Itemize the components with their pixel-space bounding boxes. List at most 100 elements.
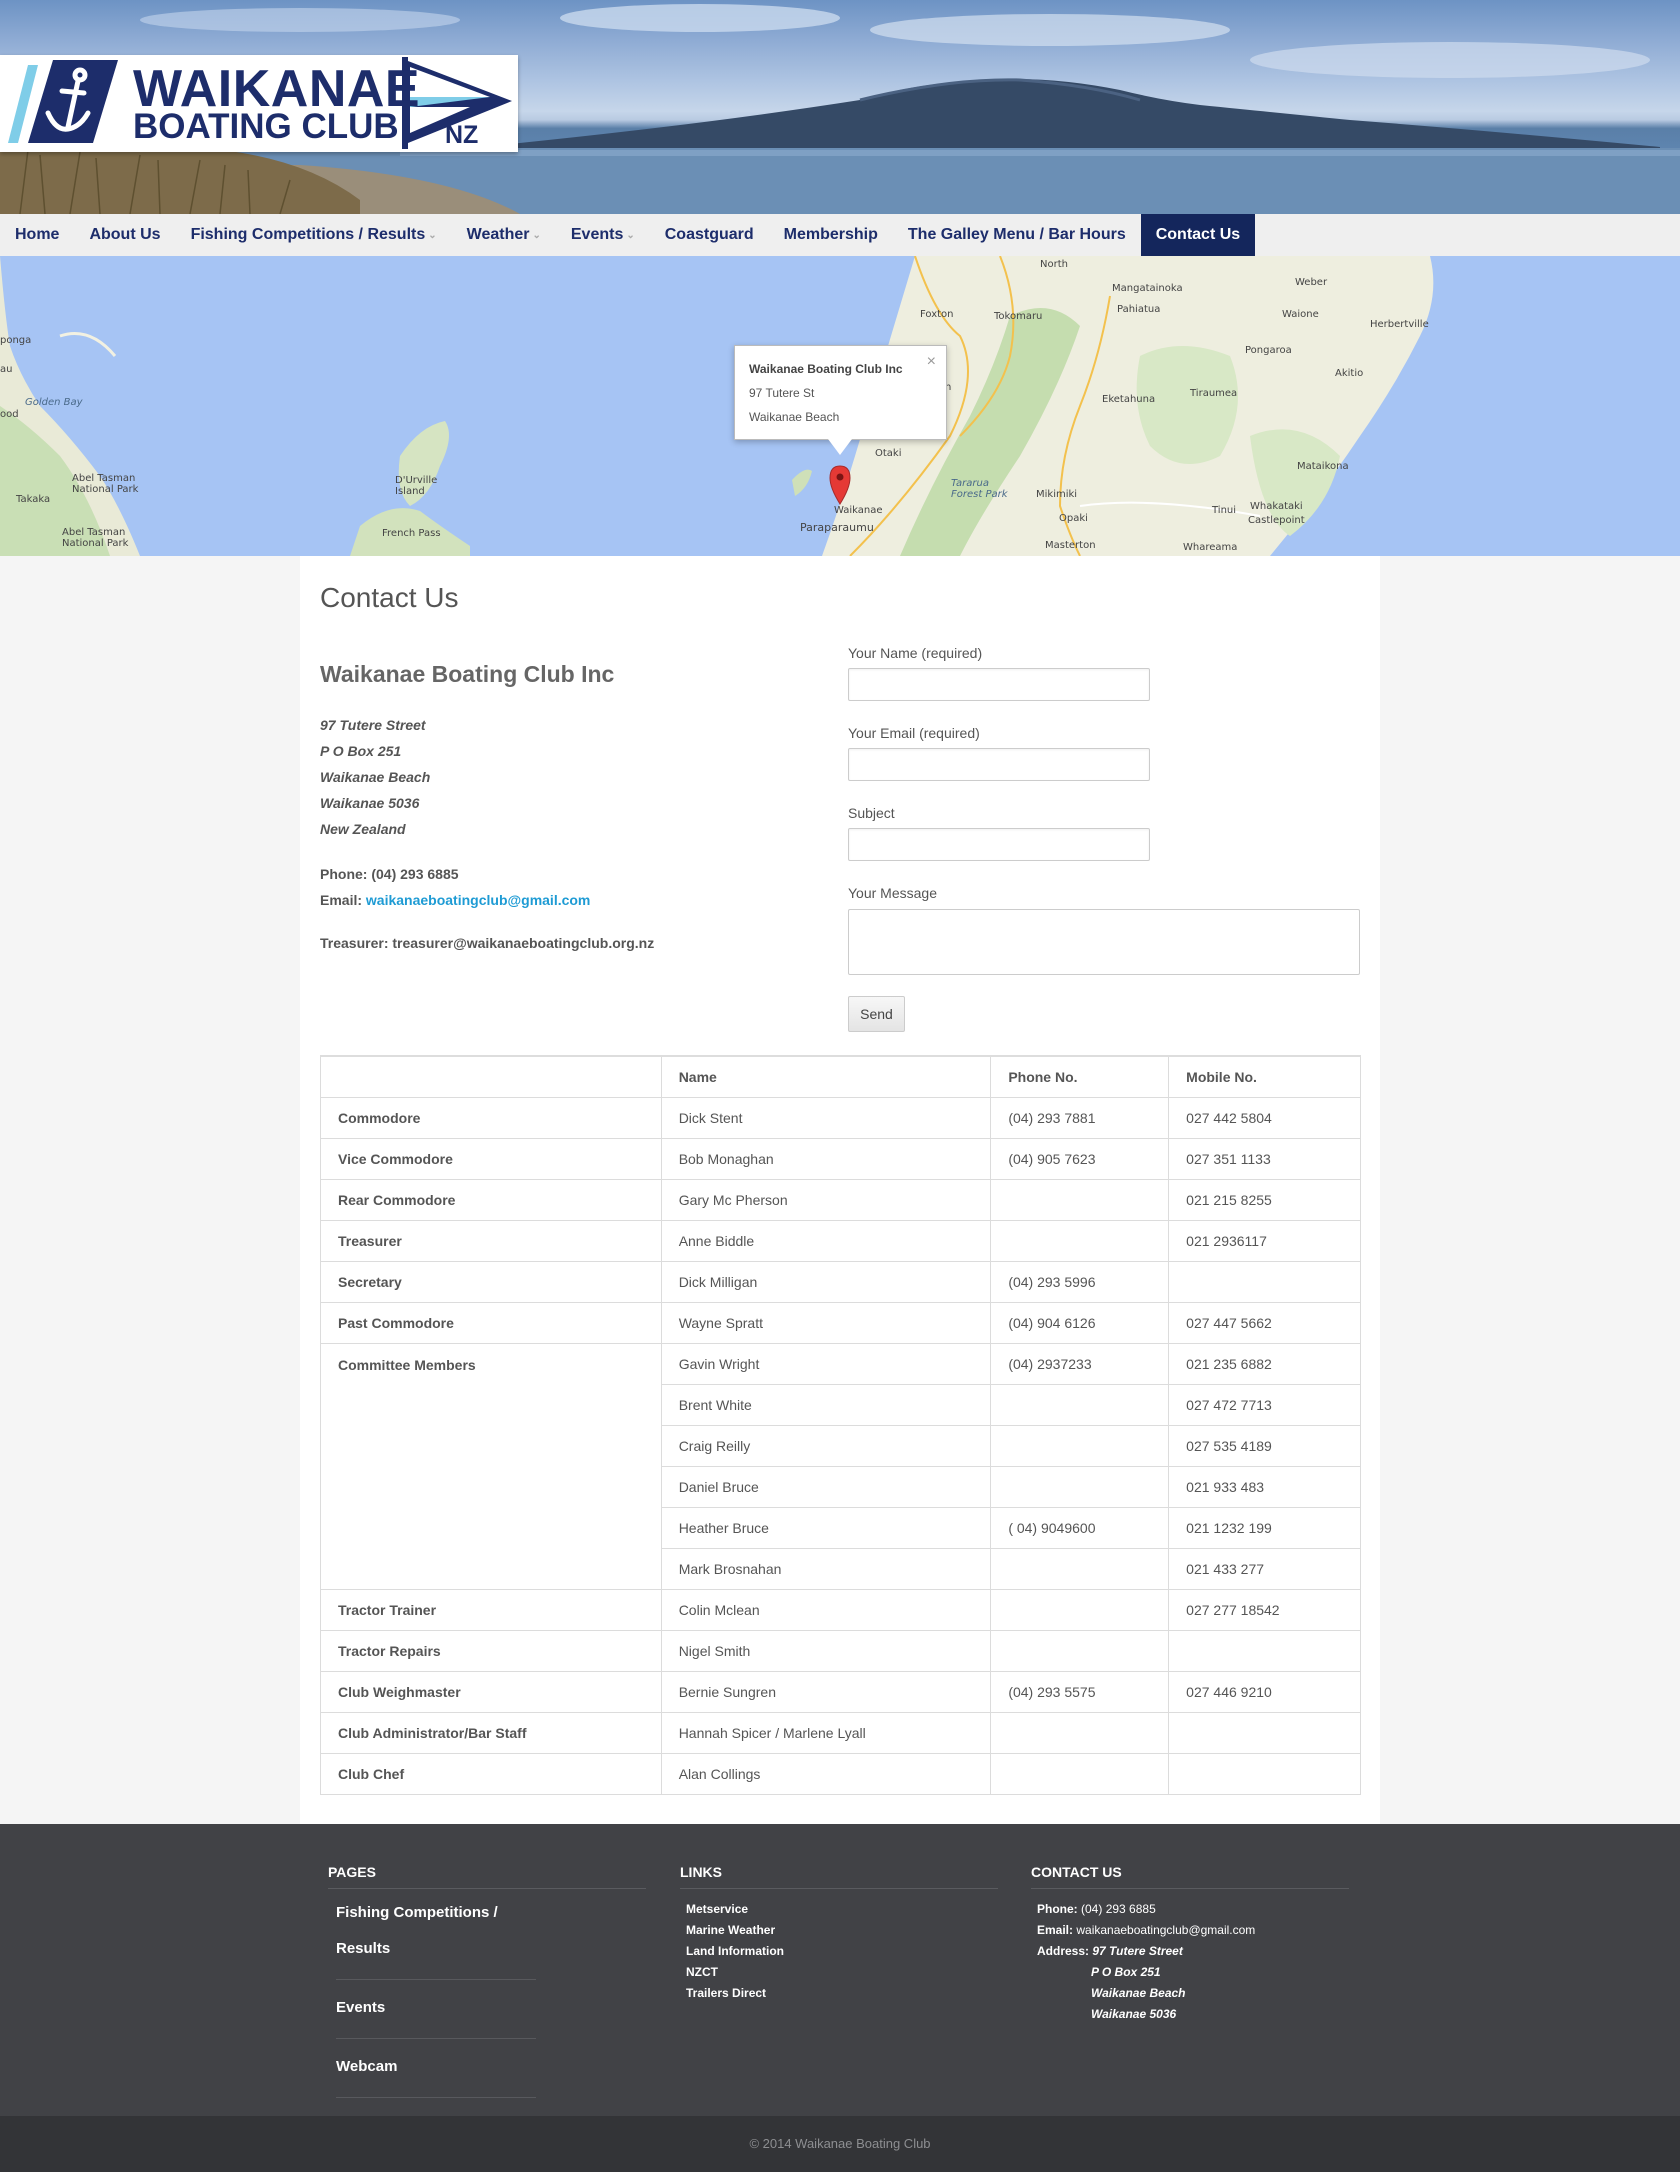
officers-table: Name Phone No. Mobile No. Commodore Dick … [320,1055,1361,1795]
phone-value: (04) 293 6885 [371,866,459,882]
popup-line1: 97 Tutere St [749,386,815,400]
main-content: Contact Us Waikanae Boating Club Inc 97 … [300,556,1380,1824]
club-logo[interactable]: WAIKANAE BOATING CLUB NZ [0,55,518,152]
logo-nz: NZ [445,121,479,149]
map-label: Akitio [1335,368,1364,379]
mobile-cell: 021 235 6882 [1168,1342,1361,1385]
mobile-cell: 027 442 5804 [1168,1096,1361,1139]
map-label: Takaka [16,494,51,505]
table-header-cell: Mobile No. [1168,1055,1361,1098]
role-cell: Treasurer [320,1219,662,1262]
role-cell: Vice Commodore [320,1137,662,1180]
name-field[interactable] [848,668,1150,701]
table-row: Treasurer Anne Biddle 021 2936117 [320,1219,1361,1262]
phone-cell [990,1424,1170,1467]
phone-cell: (04) 905 7623 [990,1137,1170,1180]
name-cell: Anne Biddle [660,1219,992,1262]
table-row: Club Weighmaster Bernie Sungren (04) 293 5… [320,1670,1361,1713]
nav-membership[interactable]: Membership [769,214,893,256]
role-cell: Past Commodore [320,1301,662,1344]
footer-email-label: Email: [1037,1923,1074,1937]
phone-cell: (04) 293 7881 [990,1096,1170,1139]
map-label: North [1040,259,1068,270]
copyright: © 2014 Waikanae Boating Club [0,2116,1680,2172]
footer-address-line: 97 Tutere Street [1092,1944,1183,1958]
map-label: Tinui [1212,505,1237,516]
footer-link[interactable]: Land Information [686,1941,998,1962]
treasurer-value: treasurer@waikanaeboatingclub.org.nz [392,935,655,951]
mobile-cell [1168,1752,1361,1795]
footer-link[interactable]: Metservice [686,1899,998,1920]
nav-galley-menu[interactable]: The Galley Menu / Bar Hours [893,214,1141,256]
email-field[interactable] [848,748,1150,781]
map-label: Eketahuna [1102,394,1156,405]
nav-home-label: Home [15,226,60,243]
address-line: Waikanae 5036 [320,795,420,811]
name-cell: Dick Stent [660,1096,992,1139]
phone-cell: (04) 904 6126 [990,1301,1170,1344]
name-field-label: Your Name (required) [848,645,983,661]
nav-about-us[interactable]: About Us [74,214,175,256]
footer-link[interactable]: Marine Weather [686,1920,998,1941]
name-cell: Brent White [660,1383,992,1426]
footer-address-label: Address: [1037,1944,1090,1958]
message-field[interactable] [848,909,1360,975]
map-label: Abel Tasman National Park [72,473,139,495]
map-label: Tiraumea [1190,388,1238,399]
mobile-cell: 021 215 8255 [1168,1178,1361,1221]
map-label: Waione [1282,309,1319,320]
footer-page-link[interactable]: Webcam [336,2039,536,2098]
chevron-down-icon: ⌄ [428,229,437,241]
mobile-cell: 027 535 4189 [1168,1424,1361,1467]
map-label: Mikimiki [1036,489,1078,500]
send-button[interactable]: Send [848,996,905,1032]
subject-field[interactable] [848,828,1150,861]
phone-cell [990,1219,1170,1262]
name-cell: Daniel Bruce [660,1465,992,1508]
map-label: Herbertville [1370,319,1429,330]
mobile-cell: 021 1232 199 [1168,1506,1361,1549]
nav-weather[interactable]: Weather ⌄ [452,214,556,256]
name-cell: Bernie Sungren [660,1670,992,1713]
footer-link[interactable]: NZCT [686,1962,998,1983]
footer-pages: PAGES Fishing Competitions / Results Eve… [328,1864,646,2098]
map-label: Abel Tasman National Park [62,527,129,549]
footer-contact-block: Phone: (04) 293 6885 Email: waikanaeboat… [1037,1899,1349,2025]
close-icon[interactable]: × [927,350,936,374]
mobile-cell [1168,1629,1361,1672]
footer-page-link[interactable]: Fishing Competitions / Results [336,1889,536,1980]
table-header-cell: Name [660,1055,992,1098]
chevron-down-icon: ⌄ [532,229,541,241]
table-row: Commodore Dick Stent (04) 293 7881 027 442 … [320,1096,1361,1139]
footer-address-line: Waikanae Beach [1091,1986,1186,2000]
phone-cell [990,1178,1170,1221]
table-row: Vice Commodore Bob Monaghan (04) 905 7623 0… [320,1137,1361,1180]
nav-fishing-competitions[interactable]: Fishing Competitions / Results ⌄ [176,214,452,256]
table-row: Committee Members Gavin Wright (04) 293723… [320,1342,1361,1590]
map-label: Pahiatua [1117,304,1161,315]
footer-link[interactable]: Trailers Direct [686,1983,998,2004]
phone-label: Phone: [320,866,368,882]
nav-events[interactable]: Events ⌄ [556,214,650,256]
mobile-cell: 027 277 18542 [1168,1588,1361,1631]
phone-cell [990,1383,1170,1426]
phone-cell: (04) 293 5575 [990,1670,1170,1713]
email-link[interactable]: waikanaeboatingclub@gmail.com [366,892,590,908]
footer-contact-heading: CONTACT US [1031,1864,1349,1889]
role-cell: Secretary [320,1260,662,1303]
phone-cell [990,1629,1170,1672]
map-label: Otaki [875,448,902,459]
address-line: New Zealand [320,821,406,837]
footer-page-link[interactable]: Events [336,1980,536,2039]
table-row: Secretary Dick Milligan (04) 293 5996 [320,1260,1361,1303]
nav-home[interactable]: Home [0,214,74,256]
footer-contact: CONTACT US Phone: (04) 293 6885 Email: w… [1031,1864,1349,2025]
nav-coastguard[interactable]: Coastguard [650,214,769,256]
footer-email-value[interactable]: waikanaeboatingclub@gmail.com [1076,1923,1255,1937]
name-cell: Bob Monaghan [660,1137,992,1180]
nav-contact-us[interactable]: Contact Us [1140,214,1256,256]
mobile-cell: 021 933 483 [1168,1465,1361,1508]
location-map[interactable]: ponga au Golden Bay ood Abel Tasman Nati… [0,256,1680,556]
mobile-cell: 027 447 5662 [1168,1301,1361,1344]
header-banner: WAIKANAE BOATING CLUB NZ [0,0,1680,214]
